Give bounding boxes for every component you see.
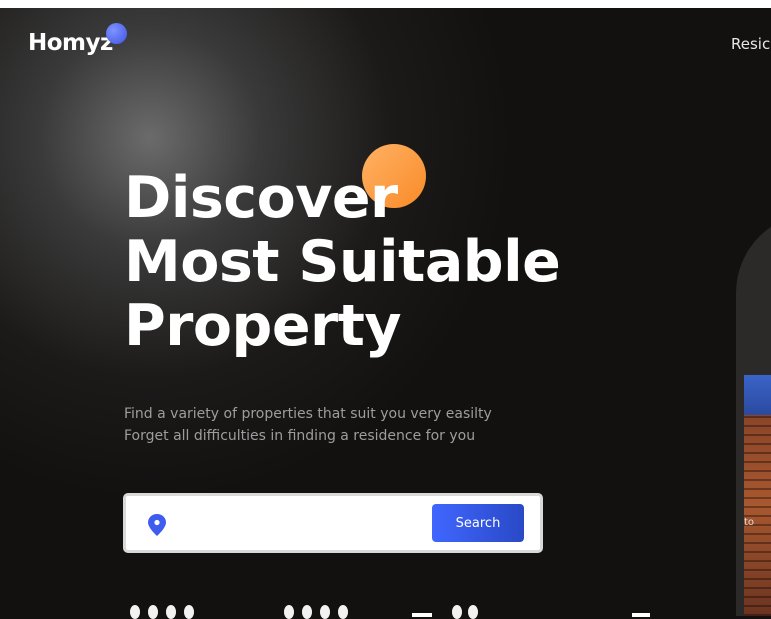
stat-glyph bbox=[412, 613, 432, 617]
stat-glyph bbox=[148, 605, 158, 619]
stat-glyph bbox=[320, 605, 330, 619]
hero-title-line-1: Discover bbox=[124, 165, 398, 231]
window-top-edge bbox=[0, 0, 771, 8]
nav-link-residencies[interactable]: Resic bbox=[731, 35, 770, 53]
hero-subtitle-line-2: Forget all difficulties in finding a res… bbox=[124, 428, 476, 444]
hero-subtitle: Find a variety of properties that suit y… bbox=[124, 403, 492, 447]
stat-glyph bbox=[338, 605, 348, 619]
search-bar: Search bbox=[123, 493, 543, 553]
stat-glyph bbox=[130, 605, 140, 619]
hero-image-bricks bbox=[744, 415, 771, 616]
location-pin-icon bbox=[148, 514, 166, 536]
hero-image-sky bbox=[744, 375, 771, 415]
hero-subtitle-line-1: Find a variety of properties that suit y… bbox=[124, 406, 492, 422]
hero-title-line-2: Most Suitable bbox=[124, 229, 561, 295]
hero-title: Discover Most Suitable Property bbox=[124, 165, 561, 359]
hero-section: Homyz Resic Discover Most Suitable Prope… bbox=[0, 8, 771, 616]
stat-glyph bbox=[302, 605, 312, 619]
stat-glyph bbox=[166, 605, 176, 619]
hero-image-caption: to bbox=[744, 517, 755, 528]
search-input[interactable] bbox=[178, 508, 432, 538]
stat-glyph bbox=[632, 613, 650, 617]
logo-dot-decoration bbox=[106, 23, 127, 44]
logo[interactable]: Homyz bbox=[28, 30, 113, 56]
search-button[interactable]: Search bbox=[432, 504, 524, 542]
stat-glyph bbox=[184, 605, 194, 619]
hero-image bbox=[744, 375, 771, 616]
stats-row-peek bbox=[130, 605, 750, 619]
stat-glyph bbox=[452, 605, 462, 619]
stat-glyph bbox=[468, 605, 478, 619]
hero-title-line-3: Property bbox=[124, 293, 402, 359]
stat-glyph bbox=[284, 605, 294, 619]
